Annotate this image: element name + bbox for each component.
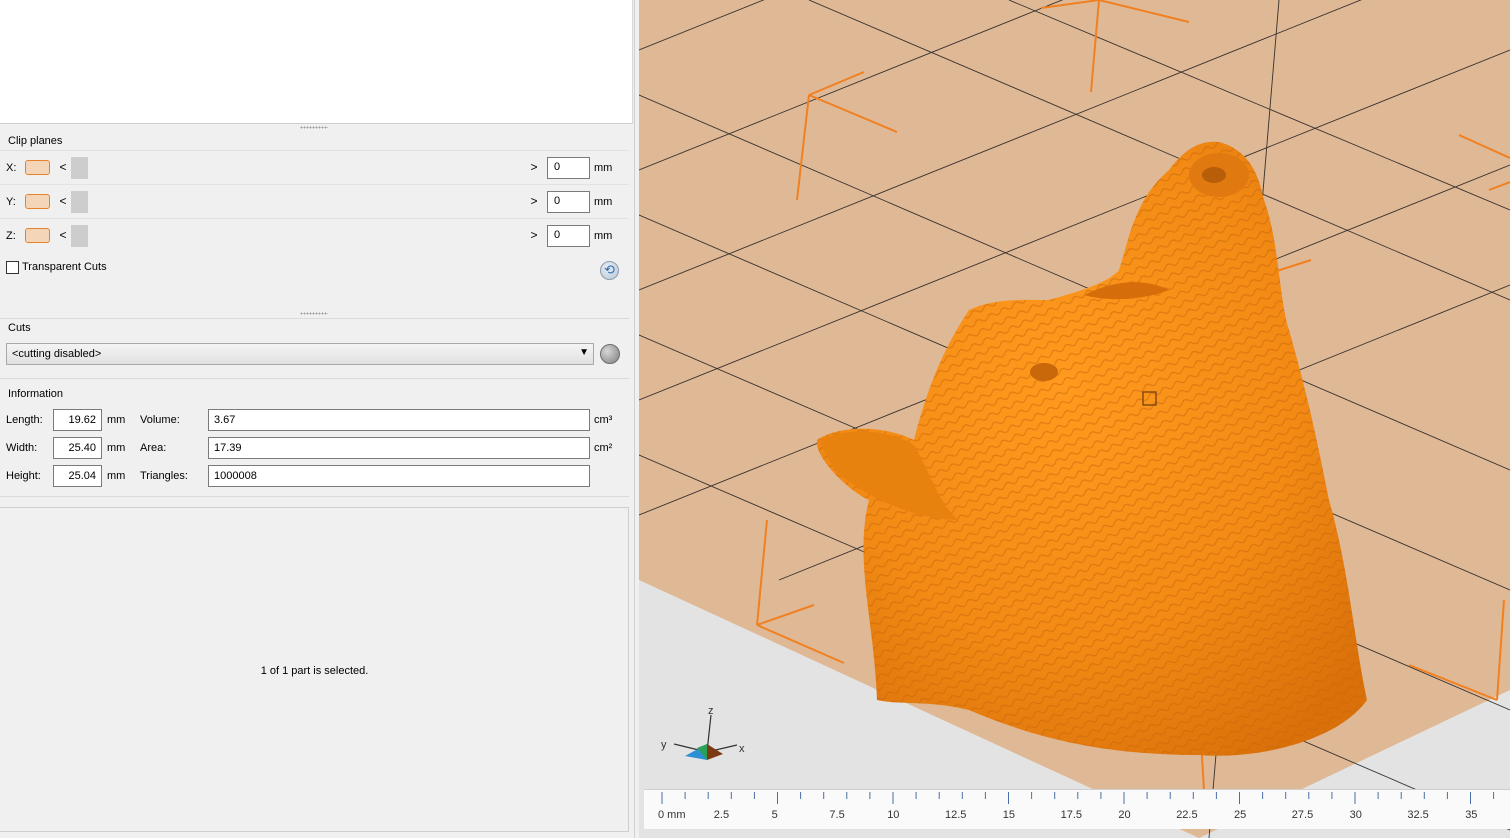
clip-color-swatch[interactable] [25, 194, 50, 209]
info-divider [0, 378, 629, 379]
ruler-label: 27.5 [1291, 809, 1314, 821]
area-label: Area: [140, 442, 167, 454]
splitter-grip[interactable] [300, 312, 328, 315]
ruler-label: 0 mm [658, 809, 686, 821]
ruler-label: 5 [771, 809, 778, 821]
width-label: Width: [6, 442, 38, 454]
clip-slider-thumb[interactable] [71, 157, 88, 179]
clip-z-value-field[interactable]: 0 [547, 225, 590, 247]
cuts-tool-button[interactable] [598, 343, 622, 365]
reset-icon: ⟲ [604, 262, 615, 277]
height-label: Height: [6, 470, 41, 482]
ruler-label: 2.5 [713, 809, 730, 821]
cuts-title: Cuts [8, 322, 31, 334]
height-unit: mm [107, 470, 126, 482]
slider-left-arrow[interactable]: < [58, 228, 68, 242]
selection-status: 1 of 1 part is selected. [260, 665, 369, 677]
triangles-label: Triangles: [140, 470, 188, 482]
ruler-label: 20 [1118, 809, 1131, 821]
unit-label: mm [594, 162, 613, 174]
axis-x-label: x [739, 743, 745, 755]
unit-label: mm [594, 230, 613, 242]
clip-row-z: Z: < > 0 mm [0, 218, 629, 252]
clip-color-swatch[interactable] [25, 228, 50, 243]
ruler-label: 32.5 [1407, 809, 1429, 821]
slider-left-arrow[interactable]: < [58, 194, 68, 208]
scene-render[interactable]: z x y [639, 0, 1510, 838]
triangles-field: 1000008 [208, 465, 590, 487]
ruler-label: 7.5 [829, 809, 845, 821]
measurement-ruler: 0 mm 2.5 5 7.5 10 12.5 15 17.5 20 22.5 25 27.5 30 32.… [644, 789, 1510, 829]
ruler-label: 10 [887, 809, 900, 821]
cuts-dropdown[interactable]: <cutting disabled> ▼ [6, 343, 594, 365]
splitter-grip[interactable] [300, 126, 328, 129]
sphere-icon [600, 344, 620, 364]
nostril [1202, 167, 1226, 183]
axis-z-label: z [708, 705, 714, 717]
slider-right-arrow[interactable]: > [529, 194, 539, 208]
3d-viewport[interactable]: z x y [639, 0, 1510, 838]
width-field: 25.40 [53, 437, 102, 459]
reset-clip-button[interactable]: ⟲ [600, 261, 619, 280]
slider-left-arrow[interactable]: < [58, 160, 68, 174]
chevron-down-icon: ▼ [579, 347, 589, 358]
ruler-label: 15 [1002, 809, 1016, 821]
slider-right-arrow[interactable]: > [529, 160, 539, 174]
clip-planes-title: Clip planes [8, 135, 63, 147]
length-label: Length: [6, 414, 43, 426]
parts-tree[interactable] [0, 0, 633, 124]
ruler-label: 30 [1349, 809, 1362, 821]
left-panel: Clip planes X: < > 0 mm Y: < > 0 mm Z: <… [0, 0, 634, 838]
slider-right-arrow[interactable]: > [529, 228, 539, 242]
cuts-selected-value: <cutting disabled> [12, 348, 102, 360]
info-bottom-divider [0, 496, 629, 497]
width-unit: mm [107, 442, 126, 454]
clip-slider-thumb[interactable] [71, 225, 88, 247]
area-unit: cm² [594, 442, 613, 454]
clip-axis-label: Y: [6, 196, 16, 208]
app-window: Clip planes X: < > 0 mm Y: < > 0 mm Z: <… [0, 0, 1510, 838]
eye [1030, 363, 1058, 381]
information-title: Information [8, 388, 64, 400]
ruler-label: 35 [1465, 809, 1478, 821]
clip-x-value-field[interactable]: 0 [547, 157, 590, 179]
clip-slider-thumb[interactable] [71, 191, 88, 213]
area-field: 17.39 [208, 437, 590, 459]
axis-y-label: y [661, 739, 667, 751]
cuts-divider [0, 318, 629, 319]
clip-row-x: X: < > 0 mm [0, 150, 629, 184]
transparent-cuts-label[interactable]: Transparent Cuts [22, 261, 107, 273]
clip-axis-label: Z: [6, 230, 16, 242]
ruler-label: 17.5 [1060, 809, 1083, 821]
ruler-label: 25 [1234, 809, 1247, 821]
ruler-label: 22.5 [1176, 809, 1198, 821]
volume-field: 3.67 [208, 409, 590, 431]
height-field: 25.04 [53, 465, 102, 487]
clip-axis-label: X: [6, 162, 17, 174]
clip-y-value-field[interactable]: 0 [547, 191, 590, 213]
unit-label: mm [594, 196, 613, 208]
length-unit: mm [107, 414, 126, 426]
volume-unit: cm³ [594, 414, 613, 426]
ruler-label: 12.5 [945, 809, 967, 821]
length-field: 19.62 [53, 409, 102, 431]
transparent-cuts-checkbox[interactable] [6, 261, 19, 274]
volume-label: Volume: [140, 414, 180, 426]
clip-color-swatch[interactable] [25, 160, 50, 175]
selection-panel: 1 of 1 part is selected. [0, 507, 629, 832]
clip-row-y: Y: < > 0 mm [0, 184, 629, 218]
